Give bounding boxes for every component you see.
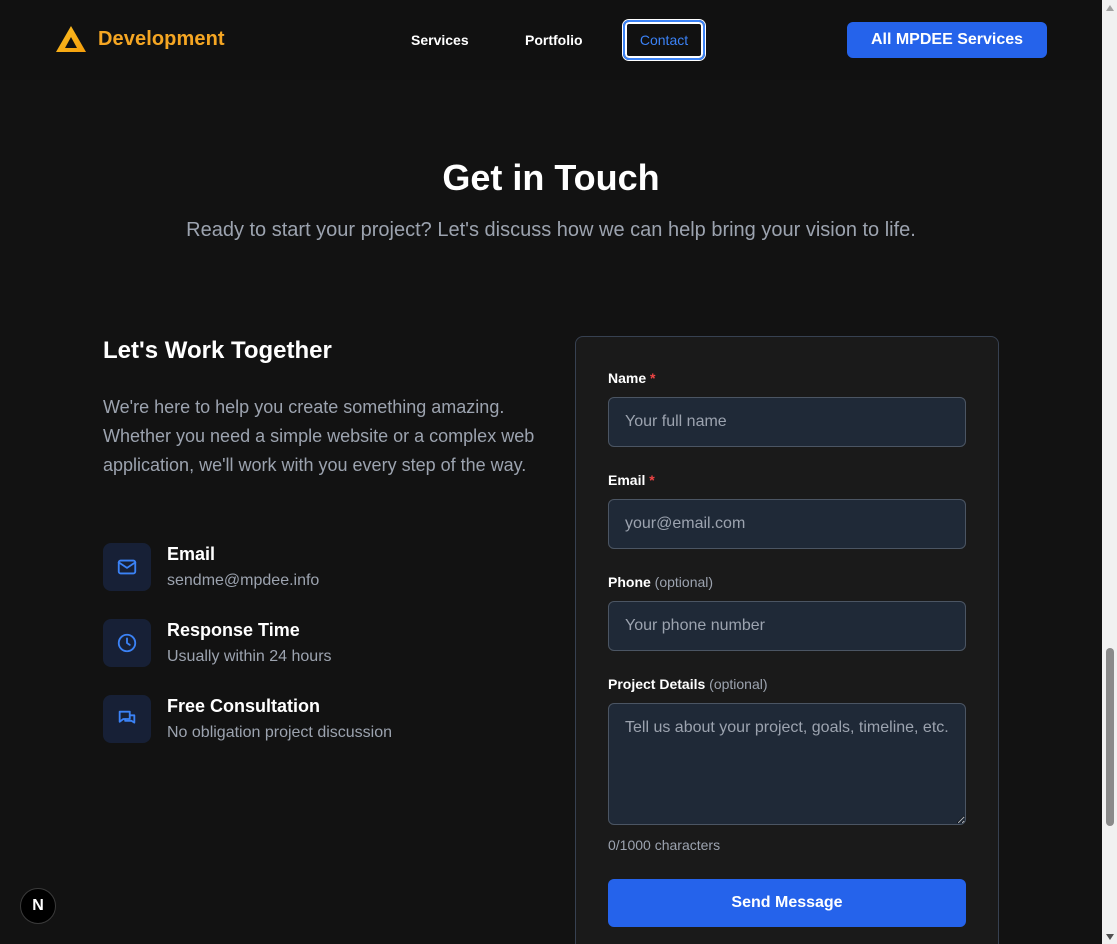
scrollbar-thumb[interactable] <box>1106 648 1114 826</box>
character-counter: 0/1000 characters <box>608 837 721 853</box>
info-text: Usually within 24 hours <box>167 648 332 665</box>
clock-icon <box>103 619 151 667</box>
info-text: sendme@mpdee.info <box>167 572 320 589</box>
triangle-logo-icon <box>56 26 86 52</box>
phone-label-text: Phone <box>608 574 651 590</box>
info-title: Free Consultation <box>167 696 321 716</box>
name-label: Name * <box>608 370 655 386</box>
required-marker: * <box>649 472 655 488</box>
brand-name: Development <box>98 27 225 50</box>
phone-input[interactable] <box>608 601 966 651</box>
chat-icon <box>103 695 151 743</box>
email-label: Email * <box>608 472 655 488</box>
scroll-up-arrow-icon[interactable] <box>1102 0 1117 15</box>
nav-services-link[interactable]: Services <box>411 20 469 60</box>
section-heading: Let's Work Together <box>103 337 332 364</box>
project-details-label: Project Details (optional) <box>608 676 768 692</box>
required-marker: * <box>650 370 656 386</box>
all-services-button[interactable]: All MPDEE Services <box>847 22 1047 58</box>
project-details-label-text: Project Details <box>608 676 706 692</box>
project-details-textarea[interactable] <box>608 703 966 825</box>
optional-marker: (optional) <box>709 676 768 692</box>
mail-icon <box>103 543 151 591</box>
name-input[interactable] <box>608 397 966 447</box>
brand-logo[interactable]: Development <box>55 24 225 54</box>
send-message-button[interactable]: Send Message <box>608 879 966 927</box>
page-subtitle: Ready to start your project? Let's discu… <box>186 219 916 241</box>
scroll-down-arrow-icon[interactable] <box>1102 929 1117 944</box>
section-paragraph: We're here to help you create something … <box>103 397 535 475</box>
page: Development Services Portfolio Contact A… <box>0 0 1117 944</box>
nextjs-badge-icon[interactable]: N <box>20 888 56 924</box>
phone-label: Phone (optional) <box>608 574 713 590</box>
nav-contact-link[interactable]: Contact <box>623 20 705 60</box>
site-header: Development Services Portfolio Contact A… <box>0 0 1102 80</box>
vertical-scrollbar[interactable] <box>1102 0 1117 944</box>
page-title: Get in Touch <box>442 157 660 198</box>
info-text: No obligation project discussion <box>167 724 393 741</box>
optional-marker: (optional) <box>654 574 714 590</box>
email-input[interactable] <box>608 499 966 549</box>
name-label-text: Name <box>608 370 647 386</box>
info-title: Email <box>167 544 216 564</box>
email-label-text: Email <box>608 472 646 488</box>
nav-portfolio-link[interactable]: Portfolio <box>525 20 583 60</box>
info-title: Response Time <box>167 620 300 640</box>
